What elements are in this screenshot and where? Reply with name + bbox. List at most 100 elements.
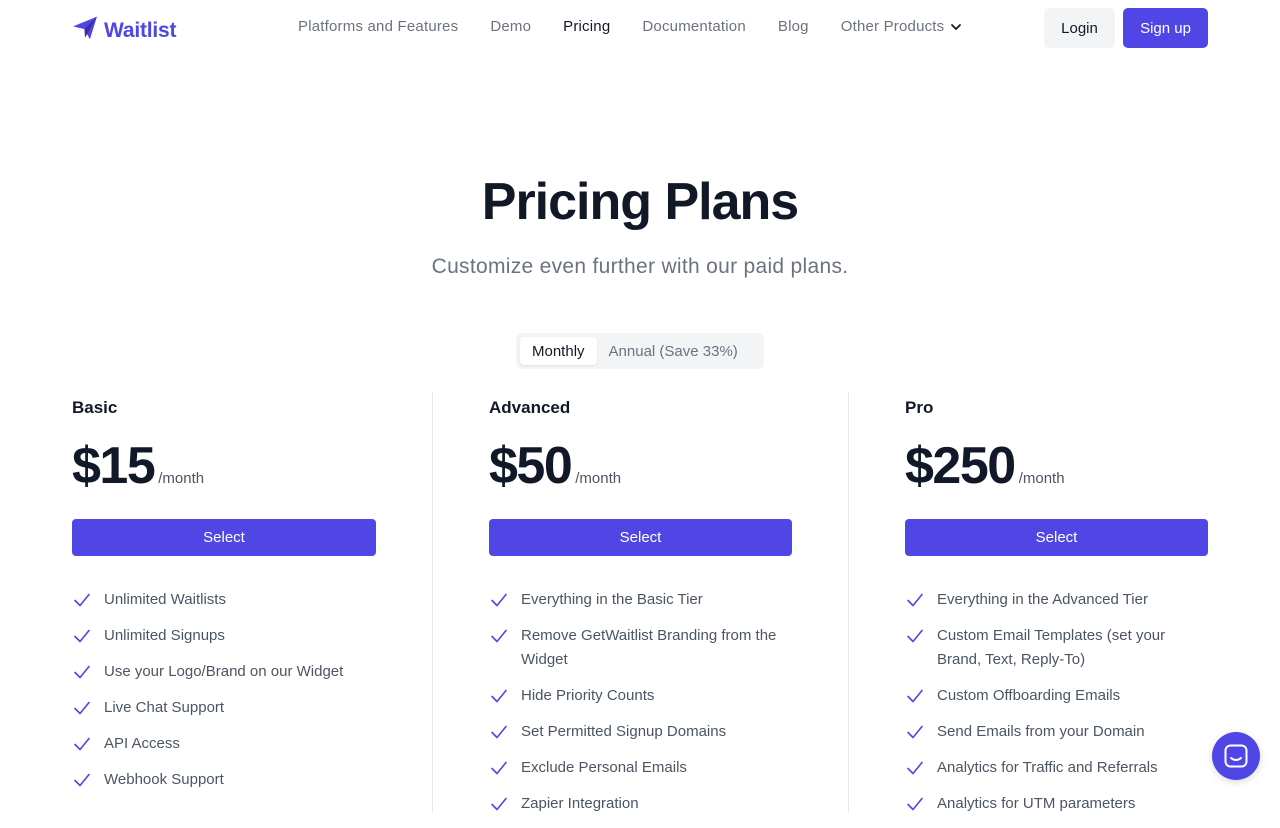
feature-item: Custom Email Templates (set your Brand, … <box>905 624 1208 672</box>
site-header: Waitlist Platforms and Features Demo Pri… <box>0 0 1280 56</box>
plan-divider <box>432 392 433 812</box>
plan-card-basic: Basic $15 /month Select Unlimited Waitli… <box>72 392 376 812</box>
feature-text: Custom Offboarding Emails <box>937 687 1121 704</box>
check-icon <box>491 797 507 811</box>
check-icon <box>74 665 90 679</box>
feature-item: Hide Priority Counts <box>489 684 792 708</box>
check-icon <box>907 593 923 607</box>
toggle-annual[interactable]: Annual (Save 33%) <box>597 337 750 365</box>
chat-icon <box>1224 744 1248 768</box>
check-icon <box>74 737 90 751</box>
feature-item: Analytics for Traffic and Referrals <box>905 756 1208 780</box>
feature-item: Webhook Support <box>72 768 376 792</box>
feature-text: Remove GetWaitlist Branding from the Wid… <box>521 627 777 668</box>
check-icon <box>74 629 90 643</box>
plan-feature-list: Unlimited Waitlists Unlimited Signups Us… <box>72 588 376 804</box>
feature-text: Send Emails from your Domain <box>937 723 1145 740</box>
feature-text: Live Chat Support <box>104 699 225 716</box>
plan-name: Advanced <box>489 398 571 417</box>
plan-price: $15 <box>72 437 156 495</box>
feature-text: Webhook Support <box>104 771 224 788</box>
plan-divider <box>848 392 849 812</box>
feature-item: Custom Offboarding Emails <box>905 684 1208 708</box>
feature-text: API Access <box>104 735 180 752</box>
check-icon <box>74 593 90 607</box>
feature-text: Unlimited Signups <box>104 627 225 644</box>
login-button[interactable]: Login <box>1044 8 1115 48</box>
feature-text: Hide Priority Counts <box>521 687 655 704</box>
feature-text: Everything in the Advanced Tier <box>937 591 1148 608</box>
select-pro-button[interactable]: Select <box>905 519 1208 556</box>
check-icon <box>907 689 923 703</box>
check-icon <box>491 725 507 739</box>
check-icon <box>491 629 507 643</box>
pricing-plans: Basic $15 /month Select Unlimited Waitli… <box>0 392 1280 812</box>
plan-price: $250 <box>905 437 1016 495</box>
feature-text: Exclude Personal Emails <box>521 759 687 776</box>
feature-item: Unlimited Signups <box>72 624 376 648</box>
check-icon <box>491 761 507 775</box>
check-icon <box>907 797 923 811</box>
check-icon <box>907 629 923 643</box>
plan-price-row: $15 /month <box>72 436 204 496</box>
signup-button[interactable]: Sign up <box>1123 8 1208 48</box>
plan-name: Pro <box>905 398 934 417</box>
feature-item: Remove GetWaitlist Branding from the Wid… <box>489 624 792 672</box>
check-icon <box>491 689 507 703</box>
select-advanced-button[interactable]: Select <box>489 519 792 556</box>
main-nav: Platforms and Features Demo Pricing Docu… <box>298 18 994 35</box>
plan-period: /month <box>1018 470 1065 487</box>
feature-item: API Access <box>72 732 376 756</box>
feature-text: Use your Logo/Brand on our Widget <box>104 663 344 680</box>
feature-item: Live Chat Support <box>72 696 376 720</box>
nav-platforms-features[interactable]: Platforms and Features <box>298 18 458 35</box>
plan-card-advanced: Advanced $50 /month Select Everything in… <box>489 392 792 812</box>
plan-card-pro: Pro $250 /month Select Everything in the… <box>905 392 1208 812</box>
nav-documentation[interactable]: Documentation <box>642 18 746 35</box>
check-icon <box>74 773 90 787</box>
feature-text: Set Permitted Signup Domains <box>521 723 727 740</box>
plan-period: /month <box>158 470 205 487</box>
feature-text: Zapier Integration <box>521 795 639 812</box>
feature-item: Zapier Integration <box>489 792 792 816</box>
feature-item: Everything in the Basic Tier <box>489 588 792 612</box>
billing-period-toggle: Monthly Annual (Save 33%) <box>516 333 764 369</box>
plan-feature-list: Everything in the Basic Tier Remove GetW… <box>489 588 792 828</box>
nav-blog[interactable]: Blog <box>778 18 809 35</box>
page-title: Pricing Plans <box>481 173 799 231</box>
toggle-monthly[interactable]: Monthly <box>520 337 597 365</box>
check-icon <box>491 593 507 607</box>
nav-other-products-label: Other Products <box>840 18 945 35</box>
nav-demo[interactable]: Demo <box>490 18 531 35</box>
plan-price: $50 <box>489 437 573 495</box>
paper-plane-icon <box>72 15 98 46</box>
plan-name: Basic <box>72 398 118 417</box>
feature-item: Exclude Personal Emails <box>489 756 792 780</box>
plan-price-row: $250 /month <box>905 436 1065 496</box>
chevron-down-icon <box>951 23 962 30</box>
feature-text: Analytics for Traffic and Referrals <box>937 759 1158 776</box>
nav-pricing[interactable]: Pricing <box>563 18 610 35</box>
plan-price-row: $50 /month <box>489 436 621 496</box>
page-subtitle: Customize even further with our paid pla… <box>431 255 849 278</box>
check-icon <box>74 701 90 715</box>
feature-text: Analytics for UTM parameters <box>937 795 1136 812</box>
brand-logo[interactable]: Waitlist <box>72 15 176 46</box>
nav-other-products[interactable]: Other Products <box>841 18 963 35</box>
feature-text: Unlimited Waitlists <box>104 591 226 608</box>
select-basic-button[interactable]: Select <box>72 519 376 556</box>
feature-text: Custom Email Templates (set your Brand, … <box>937 627 1166 668</box>
feature-item: Use your Logo/Brand on our Widget <box>72 660 376 684</box>
feature-item: Everything in the Advanced Tier <box>905 588 1208 612</box>
feature-item: Unlimited Waitlists <box>72 588 376 612</box>
plan-period: /month <box>575 470 622 487</box>
check-icon <box>907 725 923 739</box>
check-icon <box>907 761 923 775</box>
feature-item: Set Permitted Signup Domains <box>489 720 792 744</box>
feature-item: Analytics for UTM parameters <box>905 792 1208 816</box>
plan-feature-list: Everything in the Advanced Tier Custom E… <box>905 588 1208 828</box>
feature-item: Send Emails from your Domain <box>905 720 1208 744</box>
chat-launcher-button[interactable] <box>1212 732 1260 780</box>
brand-name: Waitlist <box>104 18 177 42</box>
feature-text: Everything in the Basic Tier <box>521 591 703 608</box>
